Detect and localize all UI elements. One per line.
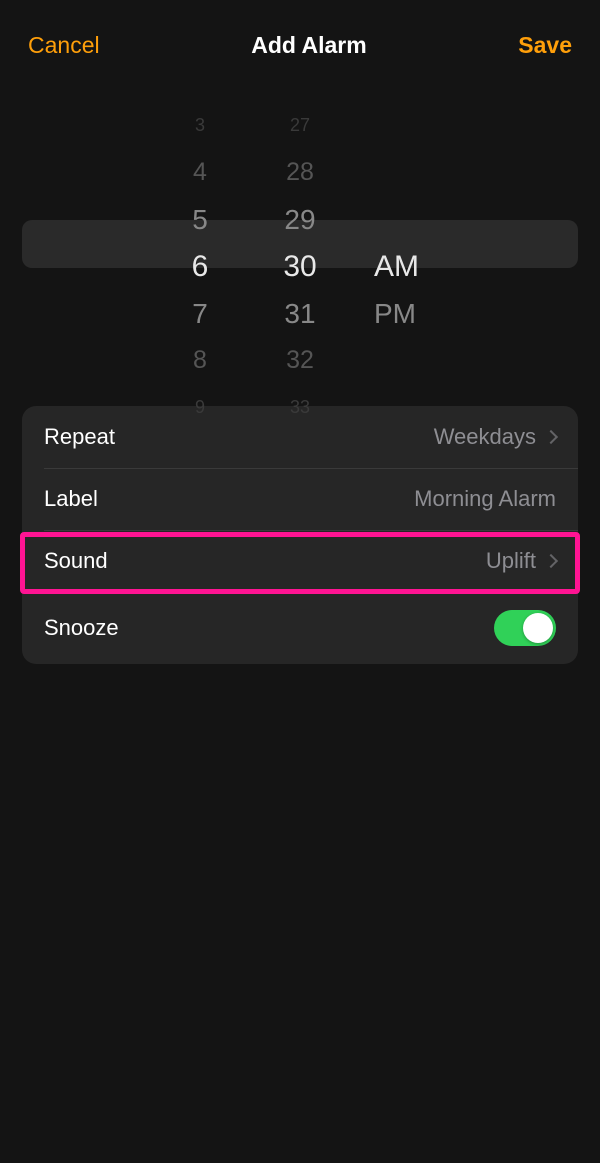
label-value: Morning Alarm [414,486,556,512]
picker-hour-option[interactable]: 3 [170,115,230,136]
picker-hour-selected[interactable]: 6 [170,250,230,284]
picker-hour-option[interactable]: 9 [170,397,230,418]
label-row[interactable]: Label Morning Alarm [22,468,578,530]
chevron-right-icon [544,430,558,444]
picker-hour-option[interactable]: 5 [170,204,230,236]
picker-hour-option[interactable]: 4 [170,158,230,187]
settings-group: Repeat Weekdays Label Morning Alarm Soun… [22,406,578,664]
snooze-row: Snooze [22,592,578,664]
sound-row[interactable]: Sound Uplift [22,530,578,592]
snooze-label: Snooze [44,615,119,641]
toggle-knob [523,613,553,643]
picker-ampm-selected[interactable]: AM [370,250,430,284]
sound-label: Sound [44,548,108,574]
picker-ampm-option[interactable]: PM [370,298,430,330]
picker-minute-option[interactable]: 33 [270,397,330,418]
picker-hour-option[interactable]: 8 [170,346,230,375]
chevron-right-icon [544,554,558,568]
label-label: Label [44,486,98,512]
picker-minute-option[interactable]: 29 [270,204,330,236]
sound-value: Uplift [486,548,536,574]
save-button[interactable]: Save [518,32,572,59]
picker-minute-option[interactable]: 31 [270,298,330,330]
picker-minute-option[interactable]: 27 [270,115,330,136]
cancel-button[interactable]: Cancel [28,32,100,59]
snooze-toggle[interactable] [494,610,556,646]
picker-hour-option[interactable]: 7 [170,298,230,330]
picker-minute-selected[interactable]: 30 [270,250,330,284]
modal-title: Add Alarm [251,32,366,59]
time-picker[interactable]: 3 27 4 28 5 29 6 30 AM 7 31 PM 8 32 [0,94,600,394]
modal-header: Cancel Add Alarm Save [0,0,600,79]
picker-minute-option[interactable]: 32 [270,346,330,375]
picker-minute-option[interactable]: 28 [270,158,330,187]
